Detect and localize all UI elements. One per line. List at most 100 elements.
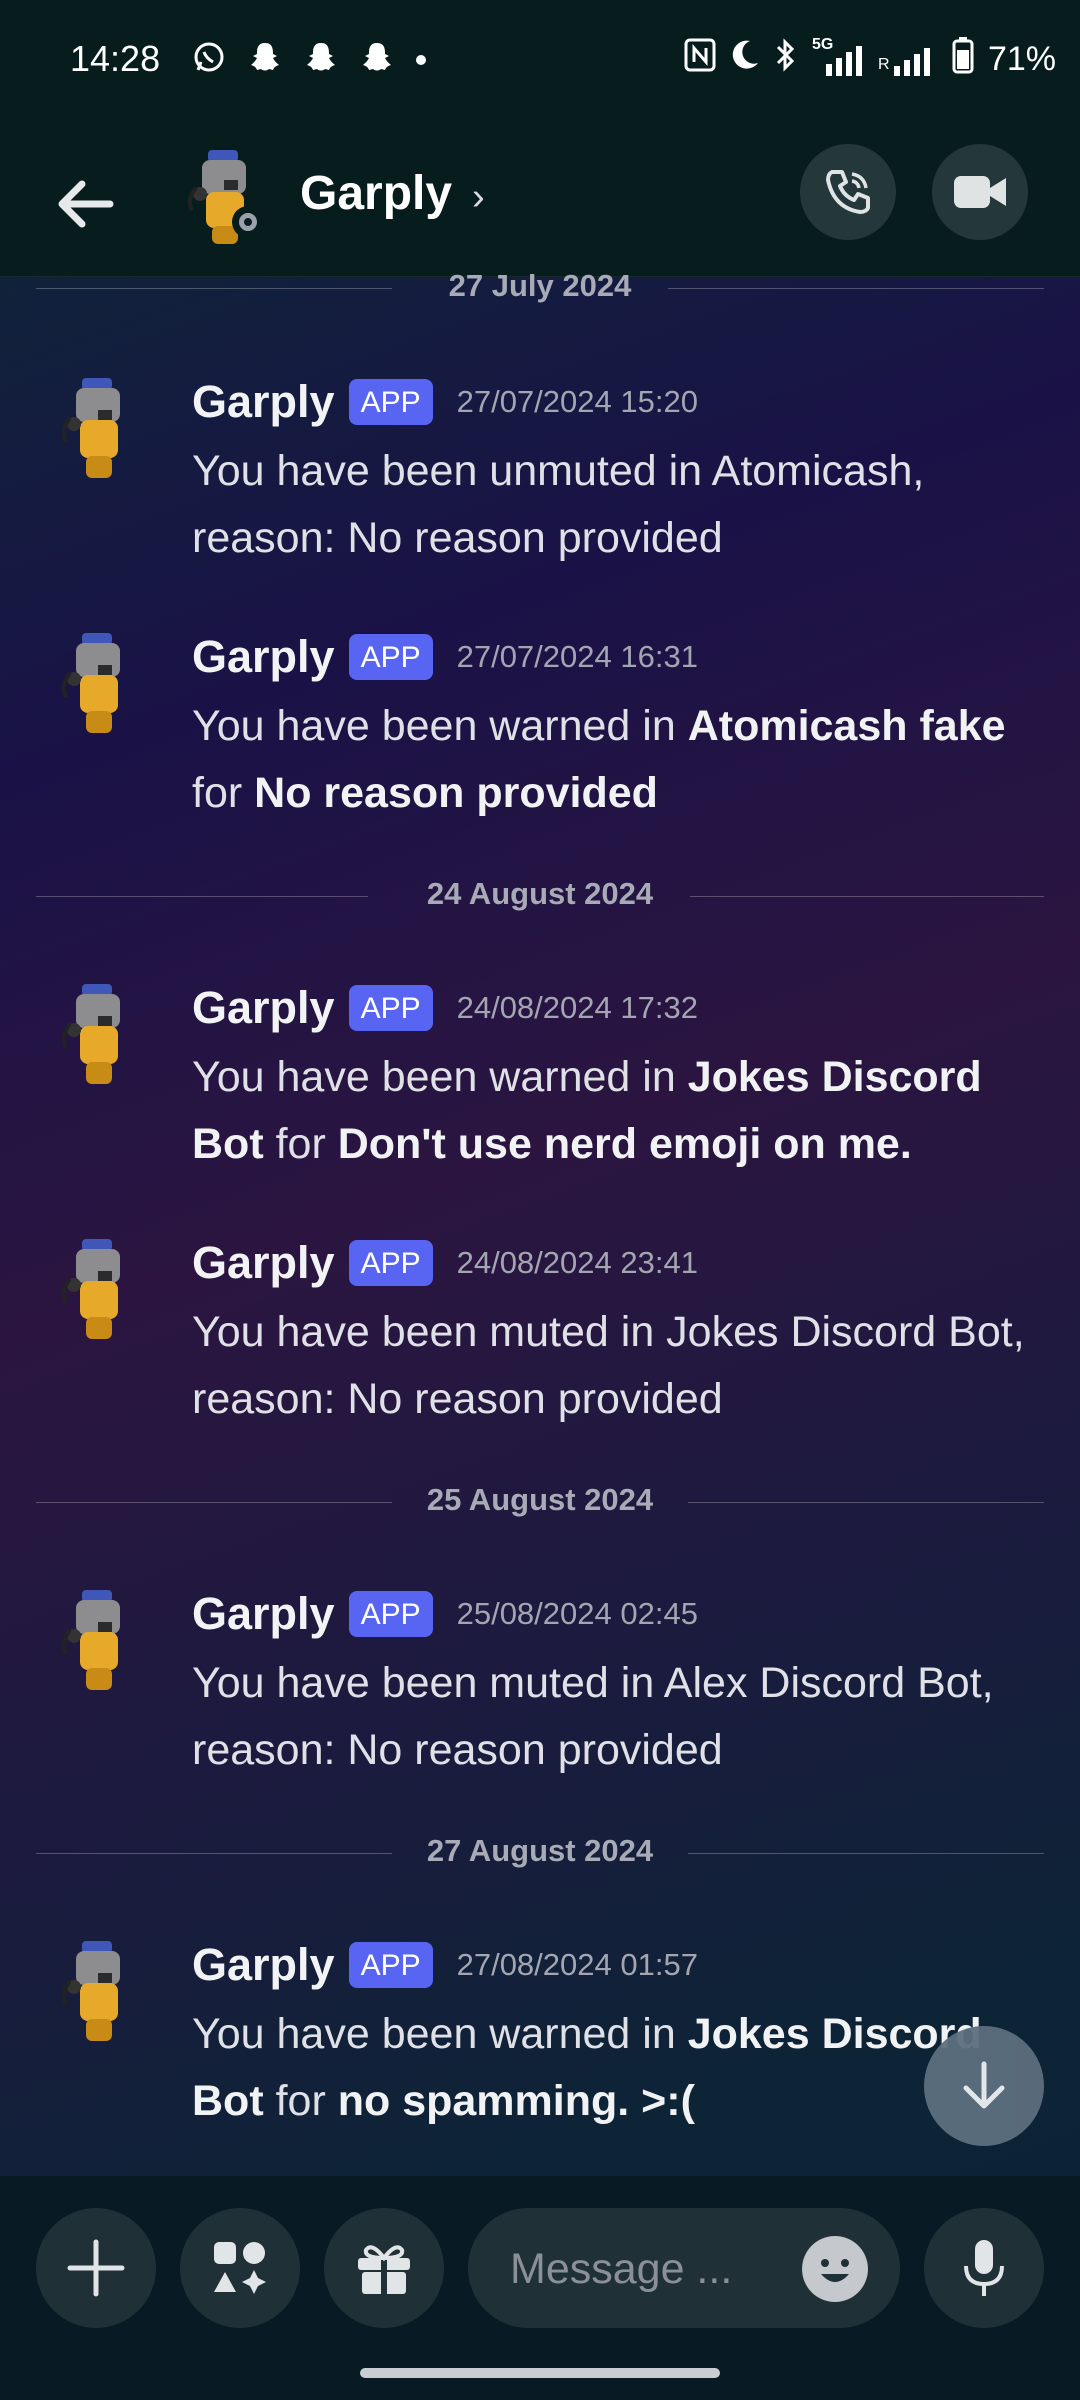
arrow-down-icon (963, 2061, 1005, 2109)
nfc-icon (684, 38, 716, 81)
voice-message-button[interactable] (924, 2208, 1044, 2328)
bluetooth-icon (774, 37, 798, 82)
message-input-container[interactable] (468, 2208, 900, 2328)
robot-avatar-icon (187, 150, 246, 244)
message-bold-text: no spamming. >:( (337, 2077, 695, 2125)
message-timestamp: 27/08/2024 01:57 (456, 1947, 698, 1982)
message-header: Garply APP 27/07/2024 15:20 (192, 376, 698, 428)
robot-avatar-icon[interactable] (52, 1939, 144, 2055)
app-badge: APP (348, 1942, 433, 1988)
gift-button[interactable] (324, 2208, 444, 2328)
message-text: You have been warned in Jokes Discord Bo… (192, 2001, 1032, 2135)
battery-icon (952, 36, 974, 83)
date-divider-label: 27 July 2024 (448, 268, 632, 303)
status-time: 14:28 (70, 38, 161, 79)
avatar[interactable] (178, 148, 270, 252)
message-author[interactable]: Garply (192, 982, 335, 1034)
app-badge: APP (348, 634, 433, 680)
message-timestamp: 24/08/2024 17:32 (456, 990, 698, 1025)
app-screen: 14:28 5G R 71% Garply › 27 July 2024 Gar… (0, 0, 1080, 2400)
message-text-segment: for (192, 769, 255, 817)
back-button[interactable] (46, 164, 126, 244)
smiley-face-icon (803, 2237, 867, 2301)
gift-icon (358, 2245, 410, 2294)
robot-avatar-icon[interactable] (52, 1237, 144, 1353)
offline-status-icon (232, 206, 264, 238)
apps-shapes-icon (214, 2242, 266, 2294)
message-timestamp: 24/08/2024 23:41 (456, 1245, 698, 1280)
roaming-signal-icon: R (878, 42, 938, 78)
message-timestamp: 25/08/2024 02:45 (456, 1596, 698, 1631)
message-author[interactable]: Garply (192, 376, 335, 428)
composer-bar (0, 2176, 1080, 2400)
app-badge: APP (348, 1240, 433, 1286)
message-timestamp: 27/07/2024 15:20 (456, 384, 698, 419)
moon-icon (730, 39, 760, 80)
message-text: You have been warned in Jokes Discord Bo… (192, 1044, 1032, 1178)
message-text: You have been muted in Jokes Discord Bot… (192, 1299, 1032, 1433)
message-text-segment: You have been unmuted in Atomicash, reas… (192, 447, 925, 562)
message-text: You have been warned in Atomicash fake f… (192, 693, 1032, 827)
emoji-button[interactable] (802, 2236, 868, 2302)
5g-signal-icon: 5G (812, 36, 864, 78)
date-divider-label: 24 August 2024 (426, 876, 654, 911)
date-divider: 25 August 2024 (36, 1482, 1044, 1522)
snapchat-icon (360, 40, 394, 79)
message-author[interactable]: Garply (192, 631, 335, 683)
date-divider-label: 25 August 2024 (426, 1482, 654, 1517)
status-bar: 14:28 5G R 71% (0, 0, 1080, 120)
robot-avatar-icon[interactable] (52, 631, 144, 747)
chevron-right-icon[interactable]: › (472, 176, 485, 219)
add-attachment-button[interactable] (36, 2208, 156, 2328)
message-header: Garply APP 27/08/2024 01:57 (192, 1939, 698, 1991)
message-text: You have been muted in Alex Discord Bot,… (192, 1650, 1032, 1784)
message-bold-text: Atomicash fake (687, 702, 1006, 750)
snapchat-icon (304, 40, 338, 79)
message-header: Garply APP 24/08/2024 17:32 (192, 982, 698, 1034)
message-text-segment: You have been warned in (192, 702, 688, 750)
date-divider-label: 27 August 2024 (426, 1833, 654, 1868)
message-author[interactable]: Garply (192, 1237, 335, 1289)
whatsapp-icon (192, 40, 226, 79)
video-camera-icon (954, 176, 1006, 208)
voice-call-button[interactable] (800, 144, 896, 240)
message-text-segment: for (263, 2077, 338, 2125)
message-header: Garply APP 27/07/2024 16:31 (192, 631, 698, 683)
snapchat-icon (248, 40, 282, 79)
message-bold-text: No reason provided (254, 769, 658, 817)
apps-button[interactable] (180, 2208, 300, 2328)
message-bold-text: Don't use nerd emoji on me. (337, 1120, 912, 1168)
message-text: You have been unmuted in Atomicash, reas… (192, 438, 1032, 572)
message-text-segment: for (263, 1120, 338, 1168)
message-header: Garply APP 25/08/2024 02:45 (192, 1588, 698, 1640)
notification-icons (192, 40, 426, 79)
message-list[interactable]: 27 July 2024 Garply APP 27/07/2024 15:20… (0, 268, 1080, 2176)
date-divider: 24 August 2024 (36, 876, 1044, 916)
message-text-segment: You have been warned in (192, 1053, 688, 1101)
app-badge: APP (348, 1591, 433, 1637)
robot-avatar-icon[interactable] (52, 1588, 144, 1704)
message-input[interactable] (508, 2238, 792, 2300)
microphone-icon (964, 2240, 1004, 2296)
chat-header: Garply › (0, 120, 1080, 277)
message-author[interactable]: Garply (192, 1588, 335, 1640)
home-indicator[interactable] (360, 2368, 720, 2378)
message-timestamp: 27/07/2024 16:31 (456, 639, 698, 674)
message-author[interactable]: Garply (192, 1939, 335, 1991)
plus-icon (67, 2239, 125, 2297)
battery-percentage: 71% (987, 40, 1056, 78)
more-notifications-dot-icon (416, 54, 426, 65)
message-text-segment: You have been muted in Jokes Discord Bot… (192, 1308, 1025, 1423)
chat-title[interactable]: Garply (300, 166, 452, 221)
message-header: Garply APP 24/08/2024 23:41 (192, 1237, 698, 1289)
message-text-segment: You have been warned in (192, 2010, 688, 2058)
robot-avatar-icon[interactable] (52, 376, 144, 492)
arrow-left-icon (58, 180, 114, 228)
system-icons: 5G R 71% (684, 36, 1056, 83)
video-call-button[interactable] (932, 144, 1028, 240)
phone-icon (826, 170, 870, 214)
robot-avatar-icon[interactable] (52, 982, 144, 1098)
jump-to-present-button[interactable] (924, 2026, 1044, 2146)
date-divider: 27 July 2024 (36, 268, 1044, 308)
app-badge: APP (348, 985, 433, 1031)
